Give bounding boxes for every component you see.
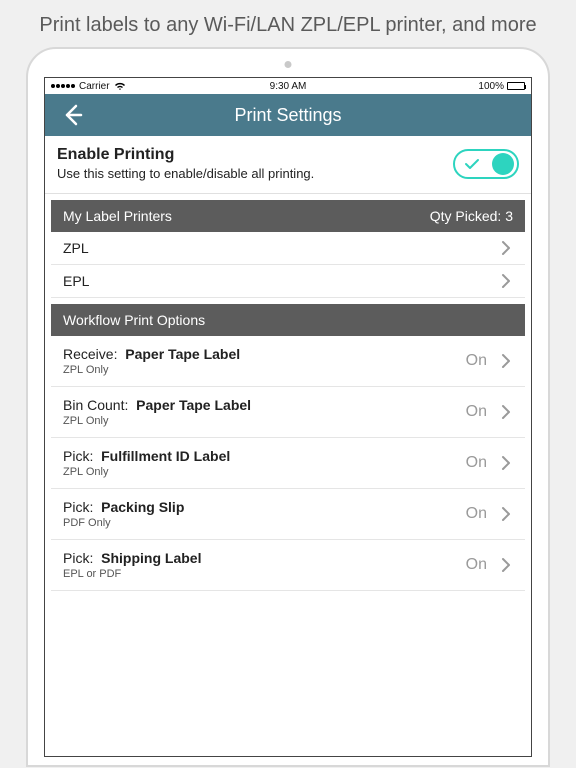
chevron-right-icon — [501, 455, 511, 471]
arrow-left-icon — [59, 102, 85, 128]
battery-percent: 100% — [478, 81, 504, 92]
battery-icon — [507, 82, 525, 90]
back-button[interactable] — [45, 102, 99, 128]
chevron-right-icon — [501, 273, 511, 289]
enable-printing-toggle[interactable] — [453, 149, 519, 179]
workflow-label: Paper Tape Label — [125, 346, 240, 362]
workflow-row-bincount[interactable]: Bin Count: Paper Tape Label ZPL Only On — [51, 387, 525, 438]
workflow-label: Fulfillment ID Label — [101, 448, 230, 464]
workflow-sub: ZPL Only — [63, 466, 466, 478]
workflow-prefix: Pick: — [63, 448, 93, 464]
workflow-state: On — [466, 505, 487, 523]
device-frame: Carrier 9:30 AM 100% Print Settings — [26, 47, 550, 767]
camera-icon — [285, 61, 292, 68]
workflow-row-pick-packing[interactable]: Pick: Packing Slip PDF Only On — [51, 489, 525, 540]
workflow-state: On — [466, 352, 487, 370]
chevron-right-icon — [501, 404, 511, 420]
workflow-state: On — [466, 556, 487, 574]
workflow-sub: PDF Only — [63, 517, 466, 529]
status-bar: Carrier 9:30 AM 100% — [45, 78, 531, 94]
signal-icon — [51, 84, 75, 88]
printer-name: ZPL — [63, 240, 89, 256]
workflow-sub: EPL or PDF — [63, 568, 466, 580]
enable-title: Enable Printing — [57, 146, 453, 164]
status-time: 9:30 AM — [270, 81, 307, 92]
workflow-label: Packing Slip — [101, 499, 184, 515]
workflow-header-label: Workflow Print Options — [63, 312, 205, 328]
enable-printing-row: Enable Printing Use this setting to enab… — [45, 136, 531, 194]
workflow-prefix: Pick: — [63, 499, 93, 515]
screen: Carrier 9:30 AM 100% Print Settings — [44, 77, 532, 757]
page-caption: Print labels to any Wi-Fi/LAN ZPL/EPL pr… — [0, 0, 576, 47]
check-icon — [464, 158, 480, 170]
workflow-state: On — [466, 403, 487, 421]
chevron-right-icon — [501, 557, 511, 573]
workflow-label: Paper Tape Label — [136, 397, 251, 413]
printer-row-zpl[interactable]: ZPL — [51, 232, 525, 265]
printers-section-header: My Label Printers Qty Picked: 3 — [51, 200, 525, 232]
toggle-knob — [492, 153, 514, 175]
workflow-prefix: Pick: — [63, 550, 93, 566]
qty-picked-label: Qty Picked: 3 — [430, 208, 513, 224]
printers-header-label: My Label Printers — [63, 208, 172, 224]
workflow-prefix: Bin Count: — [63, 397, 128, 413]
chevron-right-icon — [501, 353, 511, 369]
workflow-row-receive[interactable]: Receive: Paper Tape Label ZPL Only On — [51, 336, 525, 387]
enable-subtitle: Use this setting to enable/disable all p… — [57, 166, 453, 181]
printer-row-epl[interactable]: EPL — [51, 265, 525, 298]
workflow-state: On — [466, 454, 487, 472]
workflow-row-pick-fulfillment[interactable]: Pick: Fulfillment ID Label ZPL Only On — [51, 438, 525, 489]
workflow-row-pick-shipping[interactable]: Pick: Shipping Label EPL or PDF On — [51, 540, 525, 591]
workflow-prefix: Receive: — [63, 346, 117, 362]
workflow-section-header: Workflow Print Options — [51, 304, 525, 336]
wifi-icon — [114, 82, 126, 91]
carrier-label: Carrier — [79, 81, 110, 92]
chevron-right-icon — [501, 240, 511, 256]
workflow-sub: ZPL Only — [63, 415, 466, 427]
page-title: Print Settings — [234, 105, 341, 126]
app-header: Print Settings — [45, 94, 531, 136]
workflow-sub: ZPL Only — [63, 364, 466, 376]
chevron-right-icon — [501, 506, 511, 522]
workflow-label: Shipping Label — [101, 550, 201, 566]
printer-name: EPL — [63, 273, 89, 289]
